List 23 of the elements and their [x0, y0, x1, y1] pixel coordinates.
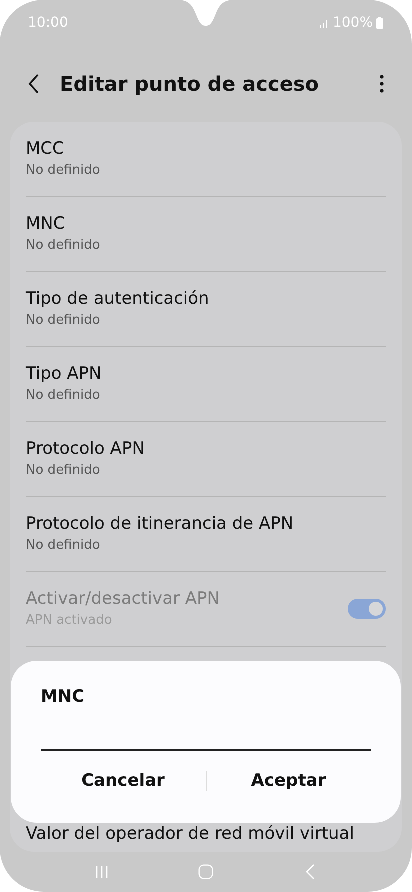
dialog-button[interactable]: Cancelar	[41, 761, 206, 801]
more-options-icon[interactable]	[380, 75, 384, 93]
setting-title[interactable]: Valor del operador de red móvil virtual	[26, 824, 354, 844]
battery-icon	[376, 17, 384, 29]
setting-title[interactable]: Protocolo APN	[26, 438, 386, 460]
setting-value: No definido	[26, 537, 102, 555]
setting-title[interactable]: Tipo de autenticación	[26, 288, 386, 310]
setting-title[interactable]: MCC	[26, 138, 386, 160]
setting-title[interactable]: MNC	[26, 213, 386, 235]
dialog-title: MNC	[41, 687, 86, 707]
setting-value: No definido	[26, 162, 102, 180]
setting-value: No definido	[26, 462, 102, 480]
signal-icon	[320, 18, 330, 28]
page-title: Editar punto de acceso	[60, 72, 320, 96]
dialog-button[interactable]: Aceptar	[206, 761, 371, 801]
setting-title[interactable]: Tipo APN	[26, 363, 386, 385]
recent-apps-icon[interactable]	[94, 863, 110, 881]
home-icon[interactable]	[198, 863, 214, 881]
setting-value: No definido	[26, 312, 102, 330]
back-icon[interactable]	[28, 74, 40, 94]
setting-value: No definido	[26, 237, 102, 255]
setting-title[interactable]: Protocolo de itinerancia de APN	[26, 513, 386, 535]
setting-value: No definido	[26, 387, 102, 405]
